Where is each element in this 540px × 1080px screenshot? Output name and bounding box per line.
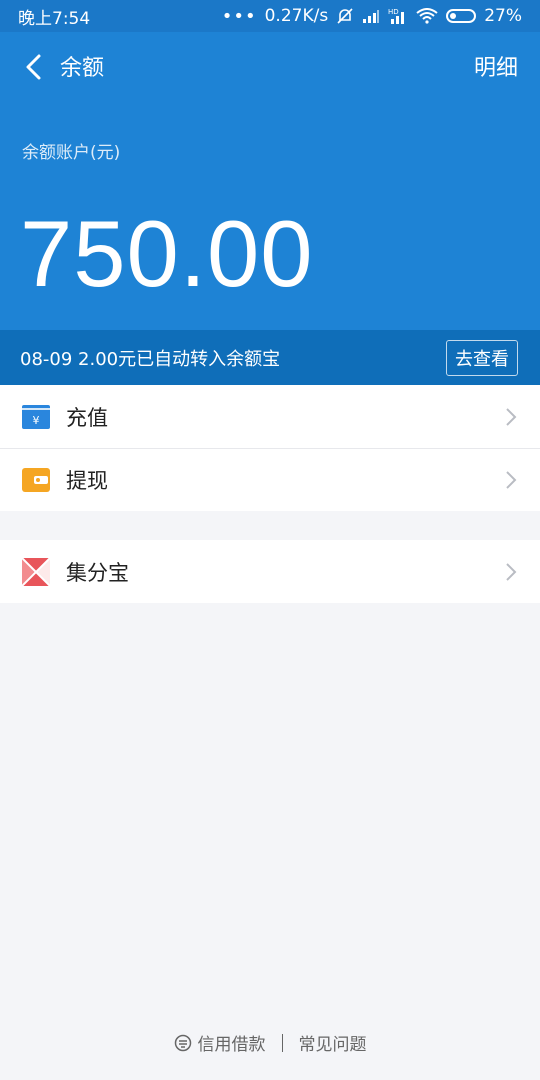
menu-item-label: 集分宝: [66, 560, 129, 585]
notice-text: 08-09 2.00元已自动转入余额宝: [20, 348, 281, 370]
view-button[interactable]: 去查看: [446, 339, 518, 376]
status-right: ••• 0.27K/s HD 27%: [222, 6, 522, 27]
footer-links: 信用借款 常见问题: [0, 1030, 540, 1055]
wifi-icon: [416, 8, 438, 24]
credit-loan-label: 信用借款: [197, 1035, 266, 1055]
signal-hd-icon: HD: [388, 8, 405, 24]
menu-item-jifenbao[interactable]: 集分宝: [0, 540, 540, 603]
status-time: 晚上7:54: [18, 8, 91, 29]
credit-icon: [174, 1034, 191, 1051]
chevron-left-icon: [26, 54, 41, 80]
menu-list: ¥ 充值 提现: [0, 385, 540, 511]
jifenbao-icon: [22, 557, 50, 586]
auto-transfer-notice: 08-09 2.00元已自动转入余额宝 去查看: [0, 330, 540, 385]
credit-loan-link[interactable]: 信用借款: [174, 1030, 266, 1055]
menu-item-label: 充值: [66, 405, 108, 430]
wallet-icon: [22, 466, 50, 494]
back-button[interactable]: [18, 52, 48, 82]
footer-divider: [281, 1033, 283, 1052]
network-speed: 0.27K/s: [264, 6, 329, 26]
balance-amount: 750.00: [20, 201, 314, 306]
recharge-icon: ¥: [22, 403, 50, 431]
menu-item-recharge[interactable]: ¥ 充值: [0, 385, 540, 448]
page-title: 余额: [60, 56, 105, 81]
battery-percent: 27%: [484, 6, 522, 26]
mute-bell-icon: [337, 8, 353, 24]
chevron-right-icon: [506, 407, 517, 426]
chevron-right-icon: [506, 470, 517, 489]
more-dots-icon: •••: [221, 5, 257, 27]
svg-text:HD: HD: [388, 8, 399, 16]
status-bar: 晚上7:54 ••• 0.27K/s HD 27%: [0, 0, 540, 32]
balance-header: 余额 明细 余额账户(元) 750.00: [0, 32, 540, 330]
detail-button[interactable]: 明细: [474, 50, 518, 82]
svg-text:¥: ¥: [33, 414, 40, 427]
chevron-right-icon: [506, 562, 517, 581]
faq-link[interactable]: 常见问题: [299, 1030, 367, 1055]
menu-item-withdraw[interactable]: 提现: [0, 448, 540, 511]
menu-list-extra: 集分宝: [0, 540, 540, 603]
signal-icon: [363, 10, 380, 23]
menu-item-label: 提现: [66, 468, 108, 493]
account-label: 余额账户(元): [22, 143, 121, 163]
battery-icon: [446, 9, 477, 23]
